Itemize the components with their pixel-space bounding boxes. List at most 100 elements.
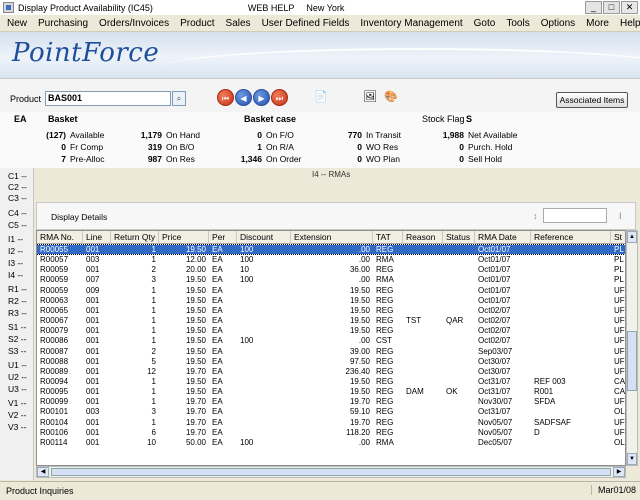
next-record-icon[interactable]: ▶ xyxy=(253,89,270,106)
table-row[interactable]: R00114 001 10 50.00 EA 100 .00 RMA Dec05/07 OL xyxy=(37,438,625,447)
sort-icon[interactable]: ↕ xyxy=(533,211,538,221)
sidebar-item-r3[interactable]: R3 -- xyxy=(8,308,27,318)
column-header[interactable]: RMA Date xyxy=(475,231,531,244)
menu-help[interactable]: Help xyxy=(620,18,640,29)
sidebar-item-r2[interactable]: R2 -- xyxy=(8,296,27,306)
sidebar-item-i3[interactable]: I3 -- xyxy=(8,258,23,268)
column-header[interactable]: Extension xyxy=(291,231,373,244)
table-row[interactable]: R00063 001 1 19.50 EA 19.50 REG Oct01/07 UF xyxy=(37,296,625,305)
palette-icon[interactable]: 🎨 xyxy=(384,90,398,104)
column-header[interactable]: Return Qty xyxy=(111,231,159,244)
column-header[interactable]: Price xyxy=(159,231,209,244)
sidebar-item-v1[interactable]: V1 -- xyxy=(8,398,26,408)
menu-goto[interactable]: Goto xyxy=(474,18,496,29)
sidebar-item-s2[interactable]: S2 -- xyxy=(8,334,26,344)
product-lookup-icon[interactable]: ⌕ xyxy=(172,91,186,106)
table-row[interactable]: R00059 009 1 19.50 EA 19.50 REG Oct01/07 UF xyxy=(37,285,625,295)
table-row[interactable]: R00095 001 1 19.50 EA 19.50 REG DAM OK Oct31/07 R0… xyxy=(37,387,625,396)
scroll-left-icon[interactable]: ◀ xyxy=(37,467,49,477)
scroll-right-icon[interactable]: ▶ xyxy=(613,467,625,477)
table-cell: 19.70 xyxy=(185,417,206,427)
column-header[interactable]: Discount xyxy=(237,231,291,244)
scroll-up-icon[interactable]: ▲ xyxy=(627,231,637,243)
sidebar-item-v2[interactable]: V2 -- xyxy=(8,410,26,420)
table-cell: EA xyxy=(212,285,223,295)
table-row[interactable]: R00088 001 5 19.50 EA 97.50 REG Oct30/07 UF xyxy=(37,357,625,366)
menu-more[interactable]: More xyxy=(586,18,609,29)
sidebar-item-c5[interactable]: C5 -- xyxy=(8,220,27,230)
table-cell: 001 xyxy=(86,265,100,275)
menu-orders-invoices[interactable]: Orders/Invoices xyxy=(99,18,169,29)
menu-options[interactable]: Options xyxy=(541,18,575,29)
column-header[interactable]: RMA No. xyxy=(37,231,83,244)
previous-record-icon[interactable]: ◀ xyxy=(235,89,252,106)
table-row[interactable]: R00101 003 3 19.70 EA 59.10 REG Oct31/07 OL xyxy=(37,407,625,417)
maximize-button[interactable]: □ xyxy=(603,1,620,14)
table-row[interactable]: R00055 001 1 19.50 EA 100 .00 REG Oct01/07 PL xyxy=(37,243,625,256)
table-row[interactable]: R00087 001 2 19.50 EA 39.00 REG Sep03/07 UF xyxy=(37,347,625,356)
table-row[interactable]: R00106 001 6 19.70 EA 118.20 REG Nov05/07 D UF xyxy=(37,428,625,437)
image-icon[interactable]: 🖼 xyxy=(363,90,377,104)
table-row[interactable]: R00079 001 1 19.50 EA 19.50 REG Oct02/07 UF xyxy=(37,326,625,335)
table-cell: EA xyxy=(212,407,223,417)
column-header[interactable]: St xyxy=(611,231,625,244)
table-cell: R00059 xyxy=(40,265,69,275)
column-header[interactable]: Status xyxy=(443,231,475,244)
web-help-link[interactable]: WEB HELP xyxy=(248,3,295,13)
table-row[interactable]: R00094 001 1 19.50 EA 19.50 REG Oct31/07 REF 003… xyxy=(37,377,625,386)
table-row[interactable]: R00089 001 12 19.70 EA 236.40 REG Oct30/07 UF xyxy=(37,367,625,376)
record-count-field[interactable] xyxy=(543,208,607,223)
sidebar-item-r1[interactable]: R1 -- xyxy=(8,284,27,294)
vertical-scroll-thumb[interactable] xyxy=(627,331,637,391)
close-button[interactable]: ✕ xyxy=(621,1,638,14)
table-row[interactable]: R00104 001 1 19.70 EA 19.70 REG Nov05/07 SADFSAF… xyxy=(37,417,625,427)
table-row[interactable]: R00059 001 2 20.00 EA 10 36.00 REG Oct01/07 PL xyxy=(37,265,625,275)
sidebar-item-s3[interactable]: S3 -- xyxy=(8,346,26,356)
table-row[interactable]: R00065 001 1 19.50 EA 19.50 REG Oct02/07 UF xyxy=(37,306,625,315)
column-header[interactable]: Line xyxy=(83,231,111,244)
sidebar-item-u2[interactable]: U2 -- xyxy=(8,372,27,382)
sidebar-item-v3[interactable]: V3 -- xyxy=(8,422,26,432)
sidebar-item-u3[interactable]: U3 -- xyxy=(8,384,27,394)
menu-user-defined-fields[interactable]: User Defined Fields xyxy=(262,18,350,29)
column-header[interactable]: Per xyxy=(209,231,237,244)
last-record-icon[interactable]: ⏭ xyxy=(271,89,288,106)
menu-purchasing[interactable]: Purchasing xyxy=(38,18,88,29)
scroll-down-icon[interactable]: ▼ xyxy=(627,453,637,465)
menu-product[interactable]: Product xyxy=(180,18,214,29)
table-row[interactable]: R00099 001 1 19.70 EA 19.70 REG Nov30/07 SFDA UF xyxy=(37,397,625,406)
horizontal-scroll-thumb[interactable] xyxy=(51,468,611,476)
sidebar-item-i1[interactable]: I1 -- xyxy=(8,234,23,244)
on-fo-stat: 0 On F/O xyxy=(257,130,294,140)
table-row[interactable]: R00057 003 1 12.00 EA 100 .00 RMA Oct01/07 PL xyxy=(37,255,625,264)
menu-inventory-management[interactable]: Inventory Management xyxy=(360,18,462,29)
sidebar-item-c1[interactable]: C1 -- xyxy=(8,171,27,181)
sidebar-item-u1[interactable]: U1 -- xyxy=(8,360,27,370)
table-cell: 001 xyxy=(86,245,100,254)
first-record-icon[interactable]: ⏮ xyxy=(217,89,234,106)
sidebar-item-s1[interactable]: S1 -- xyxy=(8,322,26,332)
minimize-button[interactable]: _ xyxy=(585,1,602,14)
associated-items-button[interactable]: Associated Items xyxy=(556,92,628,108)
column-header[interactable]: Reason xyxy=(403,231,443,244)
cursor-icon: I xyxy=(619,211,622,221)
table-row[interactable]: R00067 001 1 19.50 EA 19.50 REG TST QAR Oct02/07 U… xyxy=(37,316,625,325)
status-date: Mar01/08 xyxy=(590,485,636,495)
table-row[interactable]: R00059 007 3 19.50 EA 100 .00 RMA Oct01/07 PL xyxy=(37,275,625,284)
menu-new[interactable]: New xyxy=(7,18,27,29)
sidebar-item-i2[interactable]: I2 -- xyxy=(8,246,23,256)
sidebar-item-i4[interactable]: I4 -- xyxy=(8,270,23,280)
table-row[interactable]: R00086 001 1 19.50 EA 100 .00 CST Oct02/07 UF xyxy=(37,336,625,345)
horizontal-scrollbar[interactable]: ◀ ▶ xyxy=(36,466,626,478)
sidebar-item-c2[interactable]: C2 -- xyxy=(8,182,27,192)
title-bar: Display Product Availability (IC45) WEB … xyxy=(0,0,640,15)
sidebar-item-c4[interactable]: C4 -- xyxy=(8,208,27,218)
column-header[interactable]: TAT xyxy=(373,231,403,244)
product-input[interactable]: BAS001 xyxy=(45,91,171,106)
menu-tools[interactable]: Tools xyxy=(506,18,529,29)
sidebar-item-c3[interactable]: C3 -- xyxy=(8,193,27,203)
notes-icon[interactable]: 📄 xyxy=(314,90,328,104)
column-header[interactable]: Reference xyxy=(531,231,611,244)
vertical-scrollbar[interactable]: ▲ ▼ xyxy=(626,230,638,466)
menu-sales[interactable]: Sales xyxy=(226,18,251,29)
